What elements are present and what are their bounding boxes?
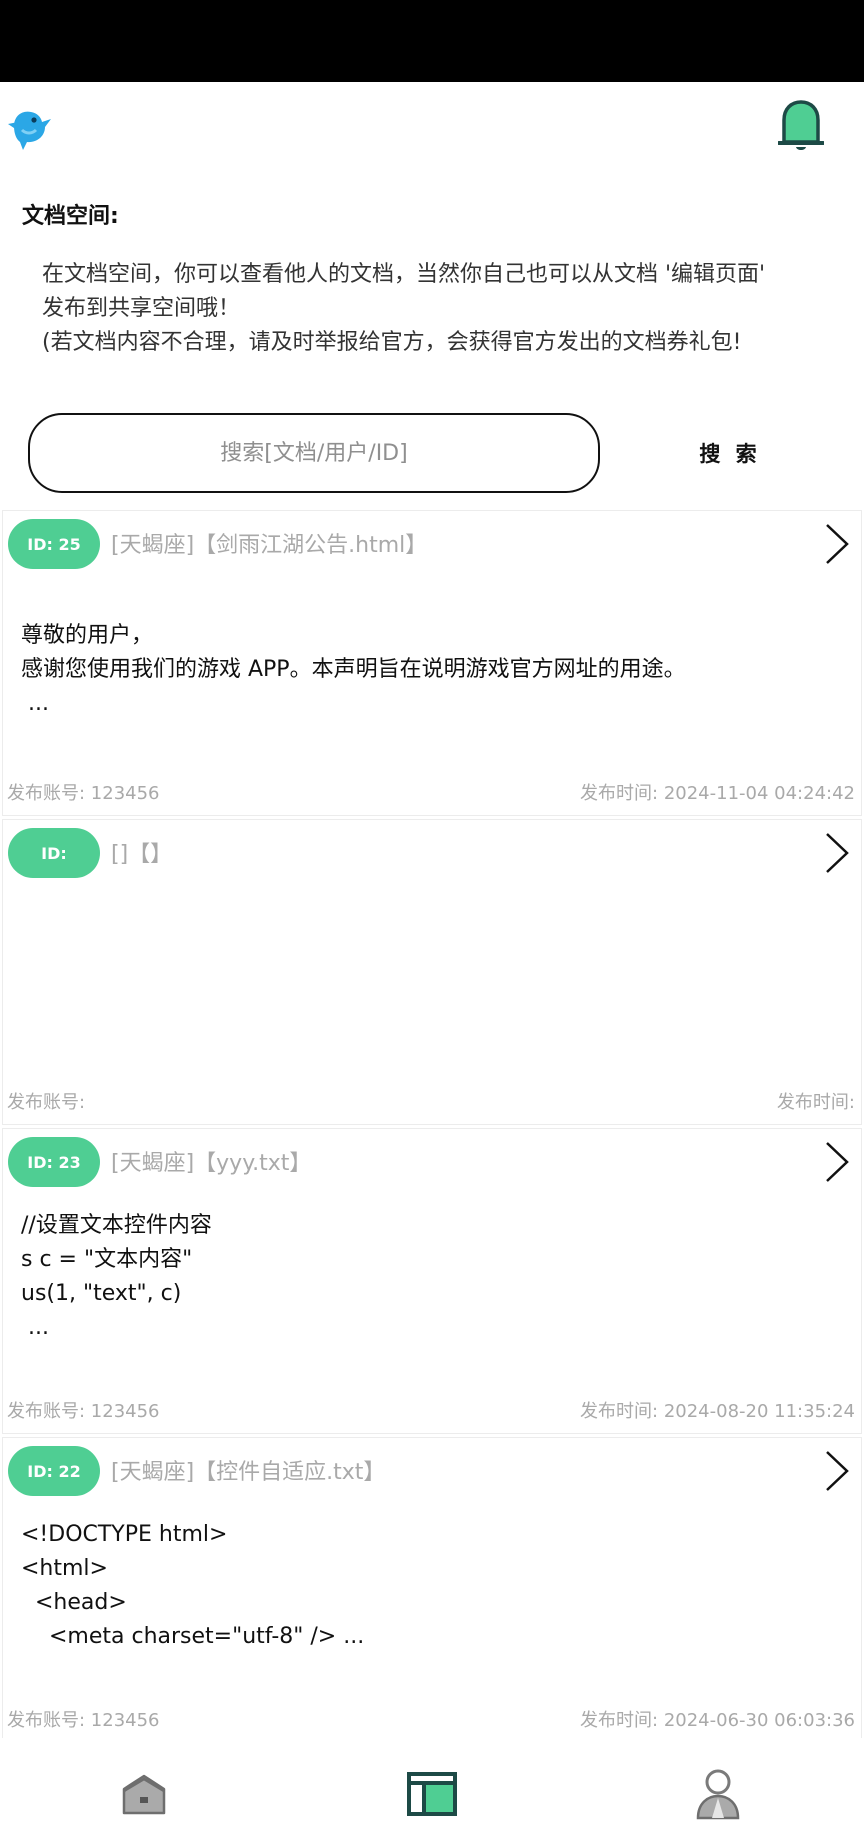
- bell-icon[interactable]: [778, 98, 824, 152]
- preview-line: s c = "文本内容": [21, 1247, 193, 1272]
- publisher-account: 发布账号: 123456: [7, 1710, 160, 1731]
- bird-icon: [8, 111, 51, 150]
- preview-line: 感谢您使用我们的游戏 APP。本声明旨在说明游戏官方网址的用途。: [21, 657, 686, 682]
- search-box: [28, 413, 600, 493]
- preview-line: <meta charset="utf-8" /> ...: [21, 1624, 365, 1649]
- top-bar: [0, 82, 864, 172]
- nav-profile[interactable]: [688, 1764, 748, 1824]
- preview-line: <html>: [21, 1556, 108, 1581]
- intro-line: (若文档内容不合理，请及时举报给官方，会获得官方发出的文档券礼包!: [42, 330, 742, 355]
- document-card[interactable]: ID: []【】 发布账号: 发布时间:: [2, 819, 862, 1125]
- publisher-account: 发布账号: 123456: [7, 1401, 160, 1422]
- publish-time: 发布时间: 2024-08-20 11:35:24: [580, 1401, 855, 1422]
- document-title: [天蝎座]【yyy.txt】: [111, 1151, 312, 1176]
- document-card[interactable]: ID: 22 [天蝎座]【控件自适应.txt】 <!DOCTYPE html> …: [2, 1437, 862, 1743]
- document-space-icon: [407, 1772, 457, 1816]
- preview-line: ...: [21, 1315, 49, 1340]
- document-card[interactable]: ID: 23 [天蝎座]【yyy.txt】 //设置文本控件内容 s c = "…: [2, 1128, 862, 1434]
- document-preview: 尊敬的用户， 感谢您使用我们的游戏 APP。本声明旨在说明游戏官方网址的用途。 …: [21, 619, 841, 721]
- document-title: []【】: [111, 842, 173, 867]
- chevron-right-icon[interactable]: [821, 1139, 851, 1185]
- chevron-right-icon[interactable]: [821, 521, 851, 567]
- preview-line: <head>: [21, 1590, 127, 1615]
- section-title: 文档空间:: [22, 204, 119, 229]
- preview-line: 尊敬的用户，: [21, 623, 154, 648]
- chevron-right-icon[interactable]: [821, 830, 851, 876]
- document-preview: <!DOCTYPE html> <html> <head> <meta char…: [21, 1518, 841, 1654]
- bottom-nav: [0, 1738, 864, 1848]
- intro-line: 发布到共享空间哦！: [42, 296, 241, 321]
- publish-time: 发布时间: 2024-11-04 04:24:42: [580, 783, 855, 804]
- nav-document-space[interactable]: [402, 1764, 462, 1824]
- publisher-account: 发布账号: 123456: [7, 783, 160, 804]
- publisher-account: 发布账号:: [7, 1092, 86, 1113]
- id-badge: ID: 22: [8, 1446, 100, 1496]
- intro-line: 在文档空间，你可以查看他人的文档，当然你自己也可以从文档 '编辑页面': [42, 262, 766, 287]
- id-badge: ID:: [8, 828, 100, 878]
- profile-icon: [696, 1769, 740, 1820]
- preview-line: //设置文本控件内容: [21, 1213, 212, 1238]
- preview-line: ...: [21, 691, 49, 716]
- id-badge: ID: 23: [8, 1137, 100, 1187]
- preview-line: us(1, "text", c): [21, 1281, 182, 1306]
- document-preview: //设置文本控件内容 s c = "文本内容" us(1, "text", c)…: [21, 1209, 841, 1345]
- home-icon: [122, 1774, 166, 1815]
- status-bar: [0, 0, 864, 82]
- search-button[interactable]: 搜 索: [690, 430, 770, 476]
- preview-line: <!DOCTYPE html>: [21, 1522, 228, 1547]
- chevron-right-icon[interactable]: [821, 1448, 851, 1494]
- document-card[interactable]: ID: 25 [天蝎座]【剑雨江湖公告.html】 尊敬的用户， 感谢您使用我们…: [2, 510, 862, 816]
- document-title: [天蝎座]【剑雨江湖公告.html】: [111, 533, 428, 558]
- publish-time: 发布时间: 2024-06-30 06:03:36: [580, 1710, 855, 1731]
- intro-text: 在文档空间，你可以查看他人的文档，当然你自己也可以从文档 '编辑页面' 发布到共…: [42, 258, 842, 360]
- publish-time: 发布时间:: [776, 1092, 855, 1113]
- search-input[interactable]: [30, 415, 598, 491]
- id-badge: ID: 25: [8, 519, 100, 569]
- document-title: [天蝎座]【控件自适应.txt】: [111, 1460, 386, 1485]
- nav-home[interactable]: [114, 1764, 174, 1824]
